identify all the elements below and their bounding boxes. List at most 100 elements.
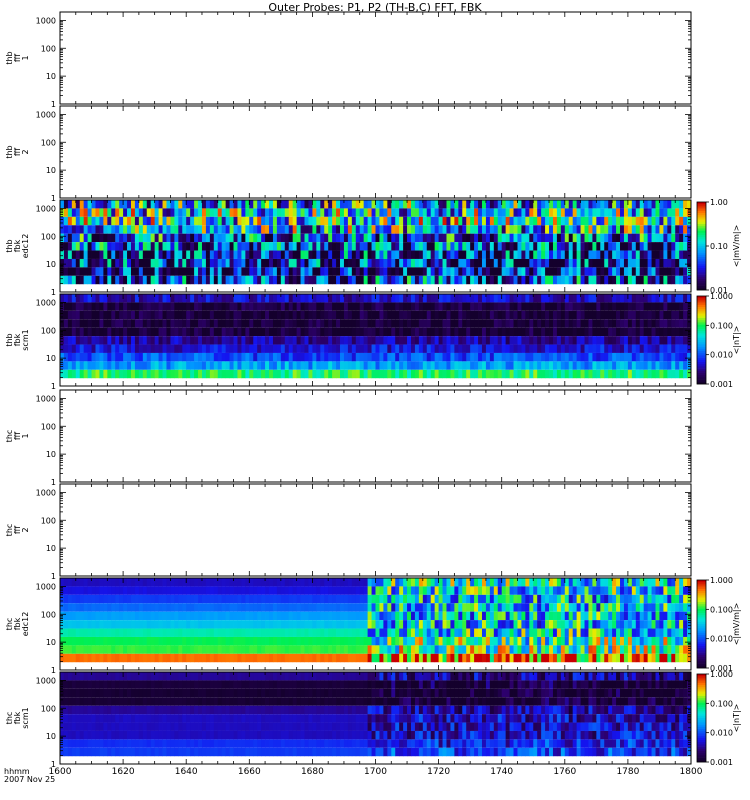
spectrogram-cell	[276, 645, 282, 654]
spectrogram-cell	[655, 208, 660, 217]
spectrogram-cell	[265, 258, 270, 268]
spectrogram-cell	[308, 250, 313, 259]
spectrogram-cell	[60, 620, 65, 629]
spectrogram-cell	[663, 352, 668, 362]
spectrogram-cell	[229, 275, 234, 285]
spectrogram-cell	[225, 319, 230, 328]
spectrogram-cell	[280, 620, 286, 629]
spectrogram-cell	[186, 242, 191, 251]
spectrogram-cell	[588, 267, 593, 276]
y-tick-label: 100	[41, 138, 56, 147]
spectrogram-cell	[343, 319, 349, 328]
spectrogram-cell	[572, 233, 578, 243]
spectrogram-cell	[391, 275, 396, 285]
spectrogram-cell	[612, 336, 617, 345]
spectrogram-cell	[572, 208, 578, 217]
spectrogram-cell	[288, 636, 294, 646]
spectrogram-cell	[269, 594, 274, 604]
spectrogram-cell	[178, 267, 183, 276]
spectrogram-cell	[478, 267, 483, 276]
spectrogram-cell	[316, 352, 321, 362]
spectrogram-cell	[497, 242, 503, 251]
spectrogram-cell	[584, 225, 589, 234]
spectrogram-cell	[635, 242, 641, 251]
spectrogram-cell	[418, 302, 424, 311]
spectrogram-cell	[158, 636, 163, 646]
spectrogram-cell	[596, 216, 601, 226]
spectrogram-cell	[639, 319, 645, 328]
spectrogram-cell	[276, 344, 282, 353]
spectrogram-cell	[146, 267, 152, 276]
spectrogram-cell	[225, 310, 230, 320]
spectrogram-cell	[166, 645, 171, 654]
spectrogram-cell	[150, 653, 156, 663]
spectrogram-cell	[355, 611, 361, 621]
spectrogram-cell	[332, 267, 337, 276]
spectrogram-cell	[612, 310, 617, 320]
spectrogram-cell	[194, 250, 199, 259]
spectrogram-cell	[71, 344, 77, 353]
spectrogram-cell	[237, 636, 242, 646]
spectrogram-cell	[375, 208, 380, 217]
spectrogram-cell	[481, 361, 487, 370]
spectrogram-cell	[336, 216, 341, 226]
spectrogram-cell	[533, 200, 538, 209]
spectrogram-cell	[316, 327, 321, 337]
spectrogram-cell	[292, 267, 298, 276]
spectrogram-cell	[190, 233, 195, 243]
spectrogram-cell	[119, 369, 124, 379]
spectrogram-cell	[355, 369, 361, 379]
spectrogram-cell	[201, 319, 207, 328]
spectrogram-cell	[107, 645, 112, 654]
spectrogram-cell	[588, 242, 593, 251]
spectrogram-cell	[209, 250, 215, 259]
spectrogram-cell	[616, 275, 621, 285]
spectrogram-cell	[213, 250, 219, 259]
spectrogram-cell	[434, 242, 439, 251]
spectrogram-cell	[509, 208, 514, 217]
spectrogram-cell	[138, 275, 144, 285]
spectrogram-cell	[434, 258, 439, 268]
spectrogram-cell	[347, 216, 353, 226]
spectrogram-cell	[75, 275, 81, 285]
spectrogram-cell	[119, 361, 124, 370]
spectrogram-cell	[300, 250, 305, 259]
spectrogram-cell	[229, 242, 234, 251]
spectrogram-cell	[241, 267, 246, 276]
spectrogram-cell	[170, 628, 175, 637]
spectrogram-cell	[320, 319, 325, 328]
spectrogram-cell	[489, 267, 495, 276]
spectrogram-cell	[572, 302, 578, 311]
spectrogram-cell	[556, 344, 562, 353]
spectrogram-cell	[340, 336, 345, 345]
spectrogram-cell	[245, 369, 250, 379]
spectrogram-cell	[643, 361, 649, 370]
spectrogram-cell	[75, 208, 81, 217]
spectrogram-cell	[83, 578, 88, 587]
spectrogram-cell	[501, 267, 507, 276]
spectrogram-cell	[481, 327, 487, 337]
spectrogram-cell	[537, 327, 542, 337]
spectrogram-cell	[659, 200, 664, 209]
spectrogram-cell	[359, 302, 365, 311]
spectrogram-cell	[458, 310, 463, 320]
spectrogram-cell	[470, 336, 475, 345]
spectrogram-cell	[292, 275, 298, 285]
spectrogram-cell	[75, 267, 81, 276]
spectrogram-cell	[198, 611, 203, 621]
spectrogram-cell	[434, 369, 439, 379]
spectrogram-cell	[525, 267, 530, 276]
spectrogram-cell	[146, 636, 152, 646]
spectrogram-cell	[91, 233, 96, 243]
spectrogram-cell	[529, 369, 534, 379]
spectrogram-cell	[430, 310, 436, 320]
spectrogram-cell	[83, 310, 88, 320]
spectrogram-cell	[194, 628, 199, 637]
spectrogram-cell	[115, 250, 120, 259]
spectrogram-cell	[387, 344, 392, 353]
spectrogram-cell	[190, 636, 195, 646]
spectrogram-cell	[237, 258, 242, 268]
spectrogram-cell	[620, 267, 625, 276]
spectrogram-cell	[592, 233, 597, 243]
spectrogram-cell	[63, 369, 69, 379]
